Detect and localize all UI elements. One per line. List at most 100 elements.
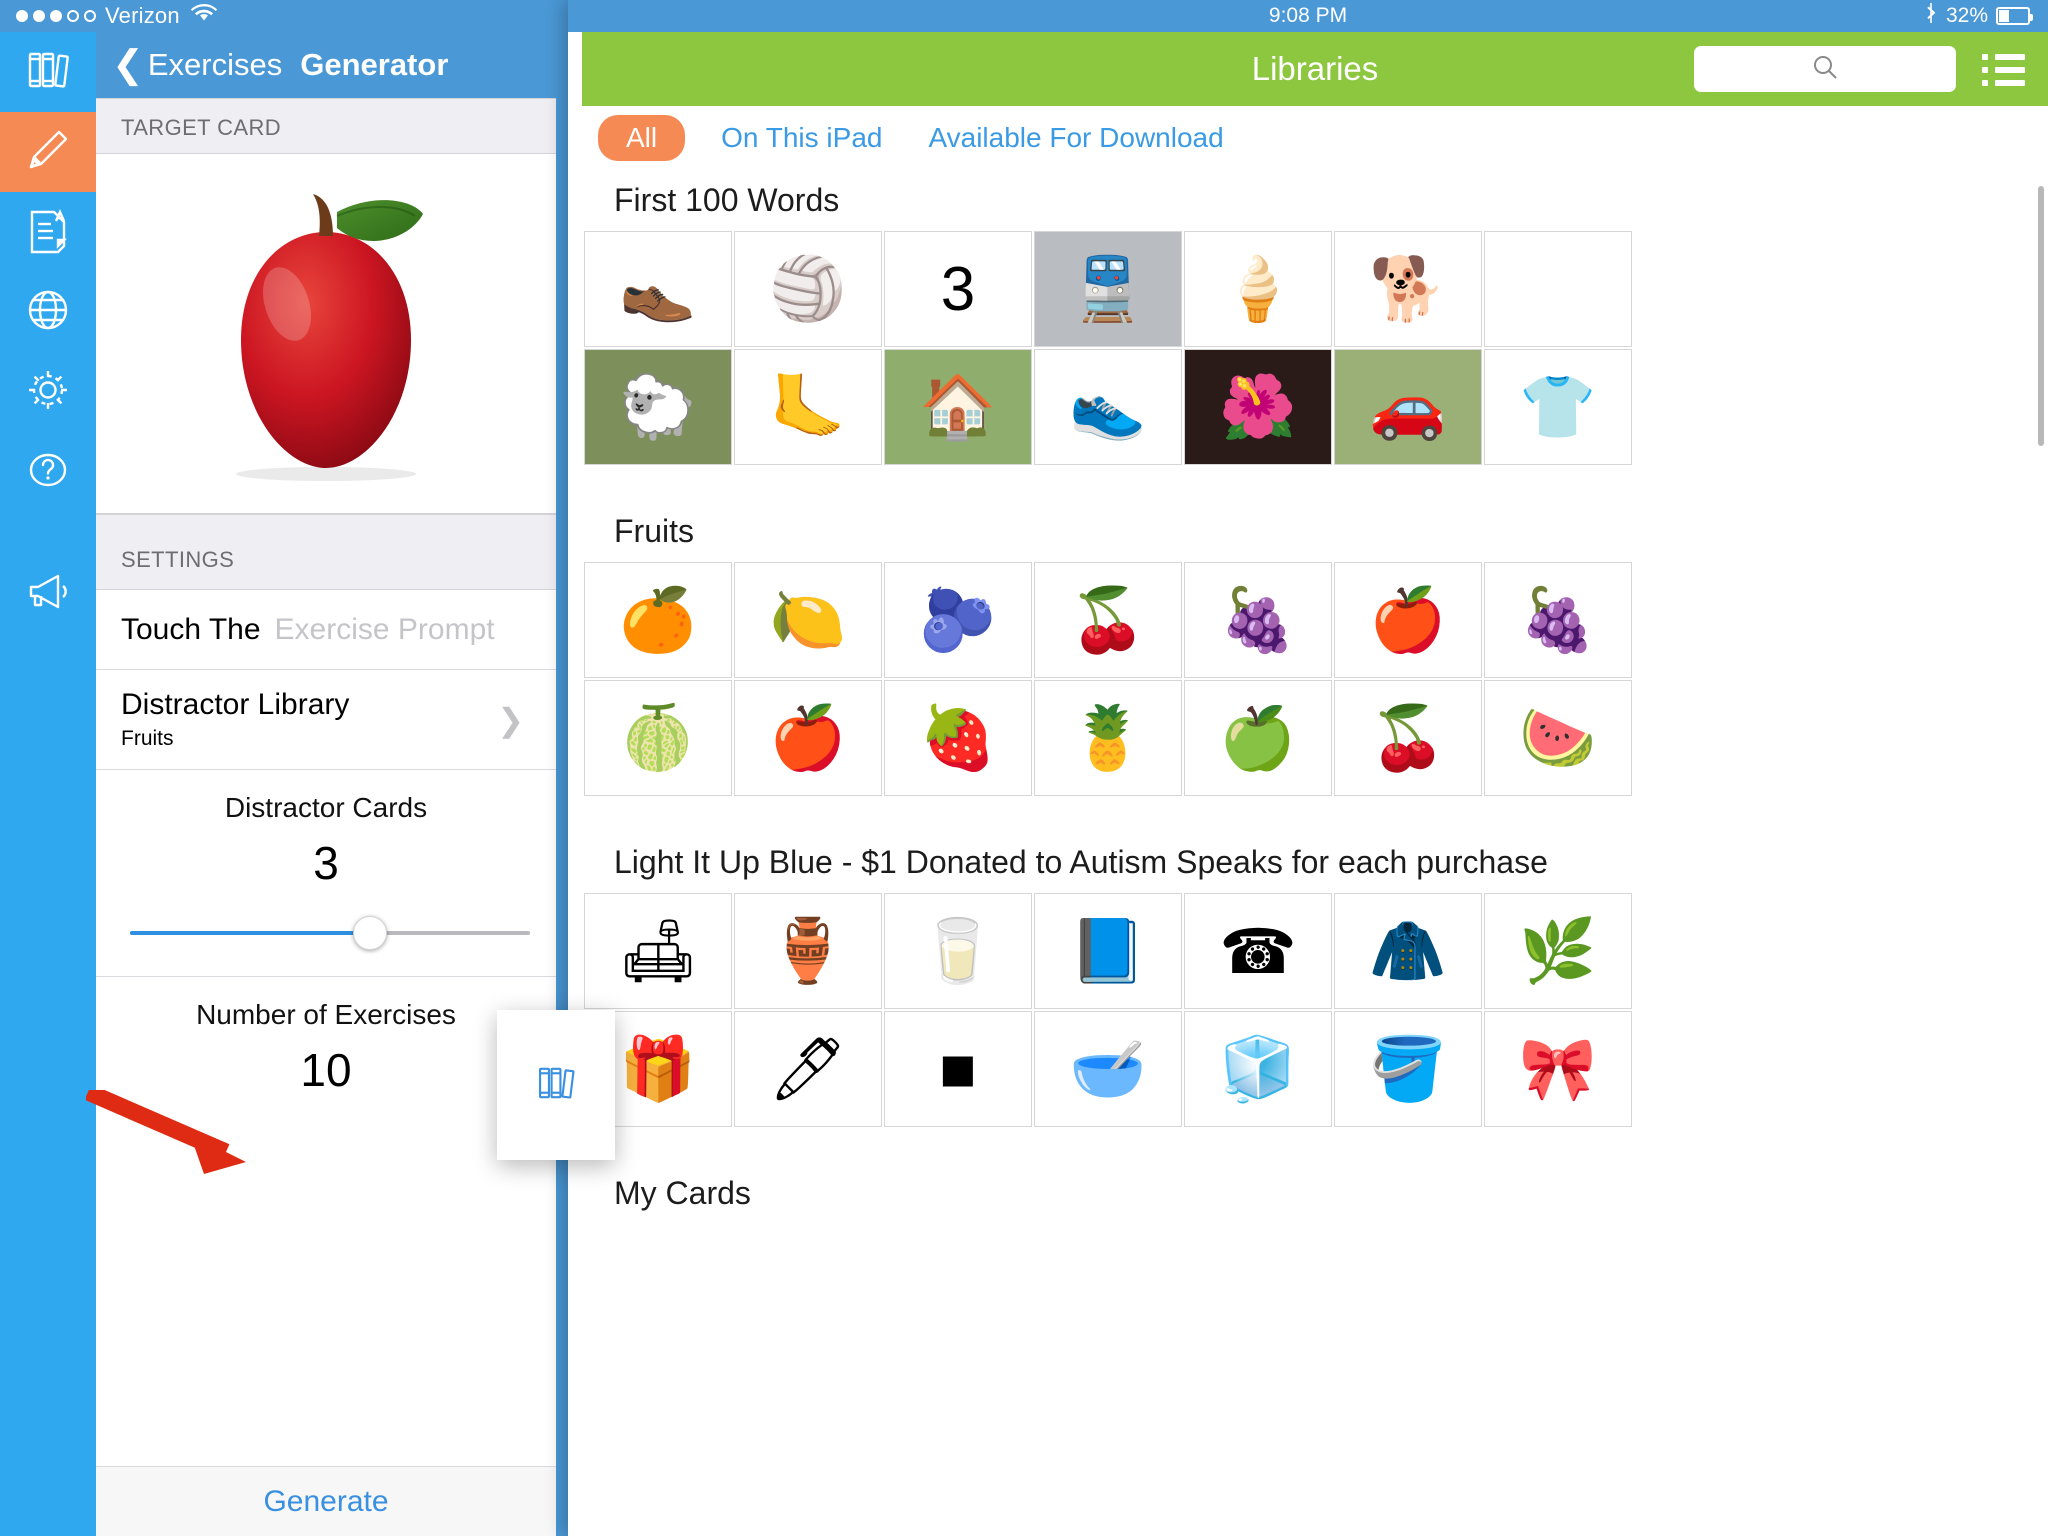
library-card[interactable]: 🌺	[1184, 349, 1332, 465]
library-card[interactable]: 🍇	[1184, 562, 1332, 678]
filter-tab-available-for-download[interactable]: Available For Download	[918, 116, 1233, 160]
libraries-header: Libraries	[582, 32, 2048, 106]
number-of-exercises-value: 10	[300, 1044, 352, 1096]
library-card[interactable]: 🎀	[1484, 1011, 1632, 1127]
distractor-library-label: Distractor Library	[121, 688, 350, 721]
library-section-title: My Cards	[614, 1175, 751, 1211]
library-card[interactable]: ☎	[1184, 893, 1332, 1009]
library-section: Fruits 🍊 🍋 🫐 🍒 🍇 🍎 🍇 🍈 🍎 🍓 🍍 🍏 🍒 🍉	[582, 501, 2048, 832]
library-card[interactable]: 👟	[1034, 349, 1182, 465]
library-card[interactable]: 🦶	[734, 349, 882, 465]
books-icon	[533, 1060, 579, 1111]
library-card[interactable]: 🍓	[884, 680, 1032, 796]
library-card[interactable]: 🍒	[1334, 680, 1482, 796]
library-card[interactable]: 🥛	[884, 893, 1032, 1009]
library-card[interactable]: 🍇	[1484, 562, 1632, 678]
generator-app: Verizon ❮ Exercises Generator TARGET CAR…	[0, 0, 556, 1536]
sidebar-item-reports[interactable]	[0, 192, 96, 272]
slider-knob[interactable]	[353, 916, 387, 950]
library-scroll-area[interactable]: First 100 Words 👞 🏐 3 🚆 🍦 🐕 🐑 🦶 🏠 👟 🌺 🚗 👕 Fruits 🍊 🍋 🫐 🍒 🍇 🍎…	[582, 170, 2048, 1536]
filter-tab-on-this-ipad[interactable]: On This iPad	[711, 116, 892, 160]
battery-percent-label: 32%	[1945, 4, 1988, 27]
library-card[interactable]: 🍦	[1184, 231, 1332, 347]
distractor-library-row[interactable]: Distractor Library Fruits ❯	[96, 670, 556, 770]
library-card[interactable]: 🍋	[734, 562, 882, 678]
sidebar-item-libraries[interactable]	[0, 32, 96, 112]
library-card[interactable]: 🫐	[884, 562, 1032, 678]
sidebar-item-announcements[interactable]	[0, 554, 96, 634]
sidebar-item-help[interactable]	[0, 432, 96, 512]
library-card[interactable]: 🍎	[1334, 562, 1482, 678]
library-card[interactable]: 🏐	[734, 231, 882, 347]
card-image: 🍍	[1069, 703, 1147, 773]
filter-tab-all[interactable]: All	[598, 115, 686, 161]
library-card[interactable]: 🚆	[1034, 231, 1182, 347]
sidebar-item-exercises[interactable]	[0, 112, 96, 192]
library-section: First 100 Words 👞 🏐 3 🚆 🍦 🐕 🐑 🦶 🏠 👟 🌺 🚗 👕	[582, 170, 2048, 501]
library-card[interactable]: 👞	[584, 231, 732, 347]
library-card[interactable]: 🐑	[584, 349, 732, 465]
library-card[interactable]: 3	[884, 231, 1032, 347]
library-card[interactable]: ■	[884, 1011, 1032, 1127]
library-card[interactable]: 🛋	[584, 893, 732, 1009]
card-image: 🫐	[919, 585, 997, 655]
hamburger-icon[interactable]	[1982, 54, 2026, 86]
library-filter-tabs: All On This iPad Available For Download	[582, 106, 2048, 170]
library-card[interactable]: 📘	[1034, 893, 1182, 1009]
chevron-left-icon[interactable]: ❮	[112, 46, 144, 84]
library-card[interactable]: 🍒	[1034, 562, 1182, 678]
window-divider[interactable]	[556, 0, 568, 1536]
card-grid: 👞 🏐 3 🚆 🍦 🐕 🐑 🦶 🏠 👟 🌺 🚗 👕	[582, 231, 2048, 467]
card-image: 🍒	[1069, 585, 1147, 655]
library-card[interactable]: 🍎	[734, 680, 882, 796]
library-card[interactable]: 🌿	[1484, 893, 1632, 1009]
library-card[interactable]: 🍏	[1184, 680, 1332, 796]
library-section-title: First 100 Words	[614, 182, 840, 218]
scrollbar[interactable]	[2038, 186, 2044, 446]
dragged-library-card[interactable]	[497, 1010, 615, 1160]
library-card[interactable]: 🍍	[1034, 680, 1182, 796]
distractor-cards-slider[interactable]	[130, 916, 530, 950]
exercise-prompt-row[interactable]: Touch The Exercise Prompt	[96, 590, 556, 670]
sidebar-item-web[interactable]	[0, 272, 96, 352]
library-card[interactable]: 🧊	[1184, 1011, 1332, 1127]
library-card[interactable]: 🏠	[884, 349, 1032, 465]
back-label[interactable]: Exercises	[148, 47, 282, 83]
card-image: 🍊	[619, 585, 697, 655]
card-image: 🍎	[1369, 585, 1447, 655]
card-image: 🥣	[1069, 1034, 1147, 1104]
question-mark-icon	[22, 444, 74, 501]
settings-list: Touch The Exercise Prompt Distractor Lib…	[96, 590, 556, 1536]
library-card[interactable]: 🖊	[734, 1011, 882, 1127]
library-card[interactable]: 🚗	[1334, 349, 1482, 465]
library-card[interactable]: 🍈	[584, 680, 732, 796]
document-a-icon	[23, 204, 73, 261]
chevron-right-icon[interactable]: ❯	[497, 701, 524, 739]
card-image: 👕	[1519, 372, 1597, 442]
libraries-app: 9:08 PM 32% Libraries All On This iPad A…	[568, 0, 2048, 1536]
card-image: 🍇	[1219, 585, 1297, 655]
library-card[interactable]: 🍊	[584, 562, 732, 678]
card-row: 🐑 🦶 🏠 👟 🌺 🚗 👕	[584, 349, 2048, 467]
distractor-library-value: Fruits	[121, 727, 174, 750]
library-card[interactable]: 🍉	[1484, 680, 1632, 796]
target-card-preview[interactable]	[96, 154, 556, 514]
card-image: 🍋	[769, 585, 847, 655]
slider-fill	[130, 931, 370, 935]
library-card[interactable]: 🪣	[1334, 1011, 1482, 1127]
library-card[interactable]: 🏺	[734, 893, 882, 1009]
library-card[interactable]	[1484, 231, 1632, 347]
search-icon	[1811, 53, 1839, 86]
card-image: 🛋	[618, 916, 698, 986]
exercise-prompt-input[interactable]: Exercise Prompt	[275, 613, 495, 647]
search-input[interactable]	[1694, 46, 1956, 92]
touch-the-label: Touch The	[121, 612, 261, 646]
generate-button[interactable]: Generate	[96, 1466, 556, 1536]
sidebar-item-settings[interactable]	[0, 352, 96, 432]
library-card[interactable]: 🧥	[1334, 893, 1482, 1009]
library-card[interactable]: 👕	[1484, 349, 1632, 465]
card-image: 📘	[1069, 916, 1147, 986]
library-card[interactable]: 🥣	[1034, 1011, 1182, 1127]
library-card[interactable]: 🐕	[1334, 231, 1482, 347]
library-section: My Cards	[582, 1163, 2048, 1258]
